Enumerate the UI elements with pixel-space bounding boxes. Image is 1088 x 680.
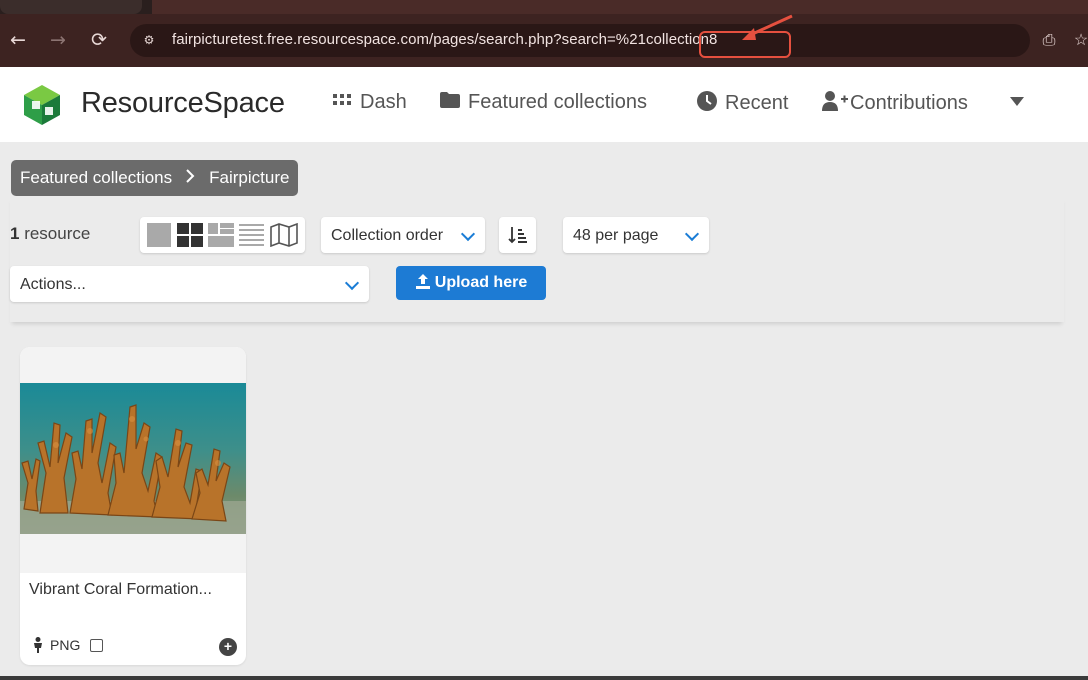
nav-recent-label: Recent [725, 92, 789, 114]
sort-order-select[interactable]: Collection order [321, 217, 485, 253]
chevron-down-icon [344, 275, 360, 291]
logo-text-space: Space [203, 87, 285, 119]
breadcrumb-fairpicture[interactable]: Fairpicture [209, 168, 289, 188]
address-bar[interactable]: ⚙ fairpicturetest.free.resourcespace.com… [130, 24, 1030, 58]
sort-direction-icon [507, 227, 527, 244]
actions-value: Actions... [20, 276, 86, 293]
per-page-select[interactable]: 48 per page [563, 217, 709, 253]
url-prefix: fairpicturetest.free.resourcespace.com/p… [172, 31, 646, 48]
browser-tab-active[interactable] [152, 0, 1088, 14]
strip-view-icon[interactable] [208, 223, 234, 247]
resource-footer: PNG [32, 637, 104, 653]
nav-featured-collections-label: Featured collections [468, 91, 647, 113]
nav-recent[interactable]: Recent [697, 91, 788, 116]
view-mode-switcher [140, 217, 305, 253]
sort-order-value: Collection order [331, 227, 444, 244]
nav-dash-label: Dash [360, 91, 407, 113]
window-bottom-edge [0, 676, 1088, 680]
url-text[interactable]: fairpicturetest.free.resourcespace.com/p… [172, 31, 791, 58]
search-toolbar: 1 resource Collection order 48 per page … [10, 196, 1064, 322]
bookmark-star-icon[interactable]: ☆ [1070, 30, 1088, 52]
upload-here-label: Upload here [434, 274, 528, 291]
breadcrumb: Featured collections Fairpicture [11, 160, 299, 196]
logo-text-resource: Resource [81, 87, 204, 119]
nav-contributions[interactable]: Contributions [822, 91, 968, 116]
actions-select[interactable]: Actions... [10, 266, 369, 302]
folder-icon [440, 92, 460, 113]
site-settings-icon[interactable]: ⚙ [140, 31, 158, 49]
breadcrumb-featured-collections[interactable]: Featured collections [20, 168, 172, 188]
browser-tab-strip [0, 0, 1088, 14]
resourcespace-logo-icon[interactable] [20, 83, 64, 127]
resource-file-type: PNG [50, 637, 81, 653]
grid-icon [332, 92, 352, 113]
install-app-icon[interactable]: ⎙ [1038, 30, 1060, 52]
resource-card[interactable]: Vibrant Coral Formation... PNG + [20, 347, 246, 665]
person-icon [34, 637, 42, 653]
logo-text[interactable]: ResourceSpace [81, 87, 285, 120]
result-count-label: resource [19, 224, 91, 243]
sort-direction-button[interactable] [499, 217, 536, 253]
large-thumbs-view-icon[interactable] [177, 223, 203, 247]
nav-more-caret-icon[interactable] [1010, 97, 1024, 106]
xlarge-thumbs-view-icon[interactable] [147, 223, 171, 247]
list-view-icon[interactable] [239, 223, 264, 247]
resource-select-checkbox[interactable] [90, 638, 104, 652]
map-view-icon[interactable] [270, 223, 298, 247]
nav-contributions-label: Contributions [850, 92, 968, 114]
clock-icon [697, 91, 717, 116]
back-arrow-icon[interactable]: ← [6, 28, 30, 52]
nav-featured-collections[interactable]: Featured collections [440, 91, 647, 114]
forward-arrow-icon[interactable]: → [46, 28, 70, 52]
chevron-down-icon [460, 226, 476, 242]
resource-title[interactable]: Vibrant Coral Formation... [29, 581, 212, 599]
resource-thumbnail-image[interactable] [20, 383, 246, 534]
add-to-collection-icon[interactable]: + [219, 638, 237, 656]
browser-tab[interactable] [0, 0, 142, 14]
app-header: ResourceSpace Dash Featured collections … [0, 67, 1088, 142]
chevron-down-icon [684, 226, 700, 242]
chevron-right-icon [186, 168, 195, 188]
upload-icon [415, 274, 430, 289]
browser-toolbar: ← → ⟳ ⚙ fairpicturetest.free.resourcespa… [0, 14, 1088, 67]
result-count: 1 resource [10, 224, 90, 244]
annotation-arrow [742, 14, 793, 40]
upload-here-button[interactable]: Upload here [396, 266, 546, 300]
reload-icon[interactable]: ⟳ [87, 28, 111, 52]
user-plus-icon [822, 91, 848, 116]
nav-dash[interactable]: Dash [332, 91, 407, 114]
per-page-value: 48 per page [573, 227, 659, 244]
